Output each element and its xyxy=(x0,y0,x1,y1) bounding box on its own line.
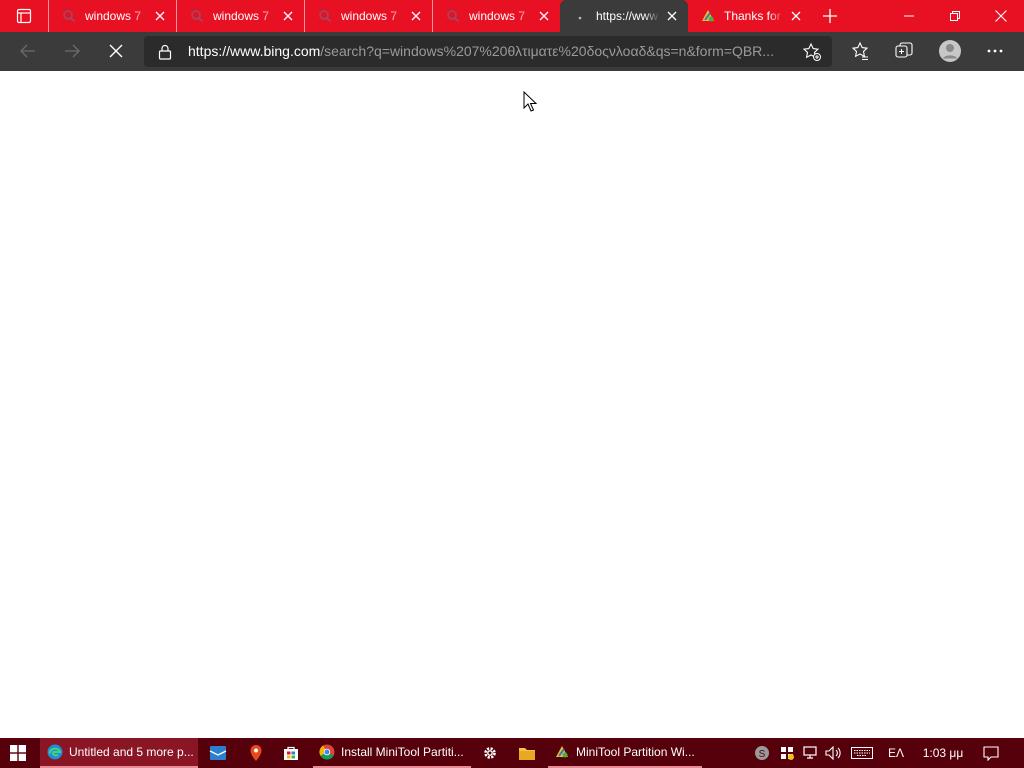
address-bar[interactable]: https://www.bing.com/search?q=windows%20… xyxy=(144,36,832,67)
clock[interactable]: 1:03 μμ xyxy=(915,738,971,768)
url-host: https://www.bing.com xyxy=(188,43,321,59)
tray-network-icon[interactable] xyxy=(800,738,822,768)
favorites-icon xyxy=(851,41,869,60)
page-content xyxy=(0,71,1024,738)
language-indicator[interactable]: ΕΛ xyxy=(882,738,910,768)
url-path: /search?q=windows%207%20θλτιματε%20δοςνλ… xyxy=(320,43,774,59)
forward-arrow-icon xyxy=(65,44,80,58)
tab-title: windows 7 xyxy=(213,9,270,23)
tray-skype-icon[interactable]: S xyxy=(751,738,773,768)
bing-icon xyxy=(317,8,333,24)
map-pin-icon xyxy=(250,745,262,761)
close-tab-icon[interactable] xyxy=(276,4,300,28)
minimize-button[interactable] xyxy=(886,0,932,32)
taskbar: Untitled and 5 more p... Install MiniToo… xyxy=(0,738,1024,768)
taskbar-app-label: MiniTool Partition Wi... xyxy=(576,745,695,759)
tab-3[interactable]: windows 7 xyxy=(304,0,432,32)
stop-icon xyxy=(109,44,123,58)
bing-icon xyxy=(61,8,77,24)
avatar-icon xyxy=(939,40,961,62)
restore-button[interactable] xyxy=(932,0,978,32)
plus-icon xyxy=(823,9,837,23)
lock-icon[interactable] xyxy=(158,44,172,65)
tab-1[interactable]: windows 7 xyxy=(48,0,176,32)
mail-app-icon xyxy=(209,746,227,760)
taskbar-settings-app[interactable] xyxy=(476,738,504,768)
tray-keyboard-icon[interactable] xyxy=(848,738,876,768)
close-icon xyxy=(995,10,1007,22)
tab-actions-icon xyxy=(16,8,32,24)
new-tab-button[interactable] xyxy=(816,2,844,30)
tray-security-icon[interactable] xyxy=(776,738,798,768)
taskbar-maps-app[interactable] xyxy=(242,738,270,768)
settings-more-button[interactable] xyxy=(979,35,1011,67)
tab-strip: windows 7 windows 7 windows 7 windows 7 … xyxy=(0,0,1024,32)
tab-title: windows 7 xyxy=(85,9,142,23)
notification-icon xyxy=(983,745,999,761)
taskbar-app-chrome[interactable]: Install MiniTool Partiti... xyxy=(313,738,471,768)
folder-icon xyxy=(519,747,535,760)
edge-icon xyxy=(47,744,63,760)
clock-time: 1:03 μμ xyxy=(922,746,964,760)
collections-icon xyxy=(895,42,913,58)
bing-icon xyxy=(189,8,205,24)
taskbar-file-explorer[interactable] xyxy=(513,738,541,768)
tab-2[interactable]: windows 7 xyxy=(176,0,304,32)
back-button[interactable] xyxy=(12,35,44,67)
tray-volume-icon[interactable] xyxy=(823,738,845,768)
bing-icon xyxy=(445,8,461,24)
windows-logo-icon xyxy=(10,745,26,761)
taskbar-app-edge[interactable]: Untitled and 5 more p... xyxy=(40,738,198,768)
back-arrow-icon xyxy=(20,44,35,58)
tab-6[interactable]: Thanks for xyxy=(688,0,812,32)
add-favorite-icon[interactable] xyxy=(802,42,822,67)
tab-title: https://www xyxy=(596,9,659,23)
mouse-cursor-icon xyxy=(523,91,537,112)
browser-toolbar: https://www.bing.com/search?q=windows%20… xyxy=(0,32,1024,71)
taskbar-mail-app[interactable] xyxy=(204,738,232,768)
minitool-icon xyxy=(556,746,568,758)
profile-button[interactable] xyxy=(934,35,966,67)
action-center-button[interactable] xyxy=(978,738,1004,768)
close-window-button[interactable] xyxy=(978,0,1024,32)
tab-4[interactable]: windows 7 xyxy=(432,0,560,32)
taskbar-store-app[interactable] xyxy=(277,738,305,768)
store-icon xyxy=(284,746,298,760)
close-tab-icon[interactable] xyxy=(784,4,808,28)
tab-title: windows 7 xyxy=(341,9,398,23)
minimize-icon xyxy=(904,15,914,17)
tab-title: Thanks for xyxy=(724,9,781,23)
restore-icon xyxy=(950,11,960,21)
minitool-icon xyxy=(700,8,716,24)
taskbar-app-label: Install MiniTool Partiti... xyxy=(341,745,464,759)
forward-button[interactable] xyxy=(56,35,88,67)
close-tab-icon[interactable] xyxy=(660,4,684,28)
tab-5-active[interactable]: https://www xyxy=(560,0,688,32)
close-tab-icon[interactable] xyxy=(532,4,556,28)
chrome-icon xyxy=(319,744,335,760)
url-text[interactable]: https://www.bing.com/search?q=windows%20… xyxy=(188,36,788,67)
language-label: ΕΛ xyxy=(887,746,905,760)
loading-icon xyxy=(572,8,588,24)
close-tab-icon[interactable] xyxy=(148,4,172,28)
start-button[interactable] xyxy=(0,738,36,768)
tab-actions-button[interactable] xyxy=(0,0,48,32)
stop-loading-button[interactable] xyxy=(100,35,132,67)
gear-icon xyxy=(484,747,496,759)
favorites-button[interactable] xyxy=(844,35,876,67)
more-icon xyxy=(987,49,1003,53)
tab-title: windows 7 xyxy=(469,9,526,23)
taskbar-app-minitool[interactable]: MiniTool Partition Wi... xyxy=(548,738,702,768)
svg-text:S: S xyxy=(759,749,766,760)
close-tab-icon[interactable] xyxy=(404,4,428,28)
collections-button[interactable] xyxy=(888,35,920,67)
taskbar-app-label: Untitled and 5 more p... xyxy=(69,745,194,759)
